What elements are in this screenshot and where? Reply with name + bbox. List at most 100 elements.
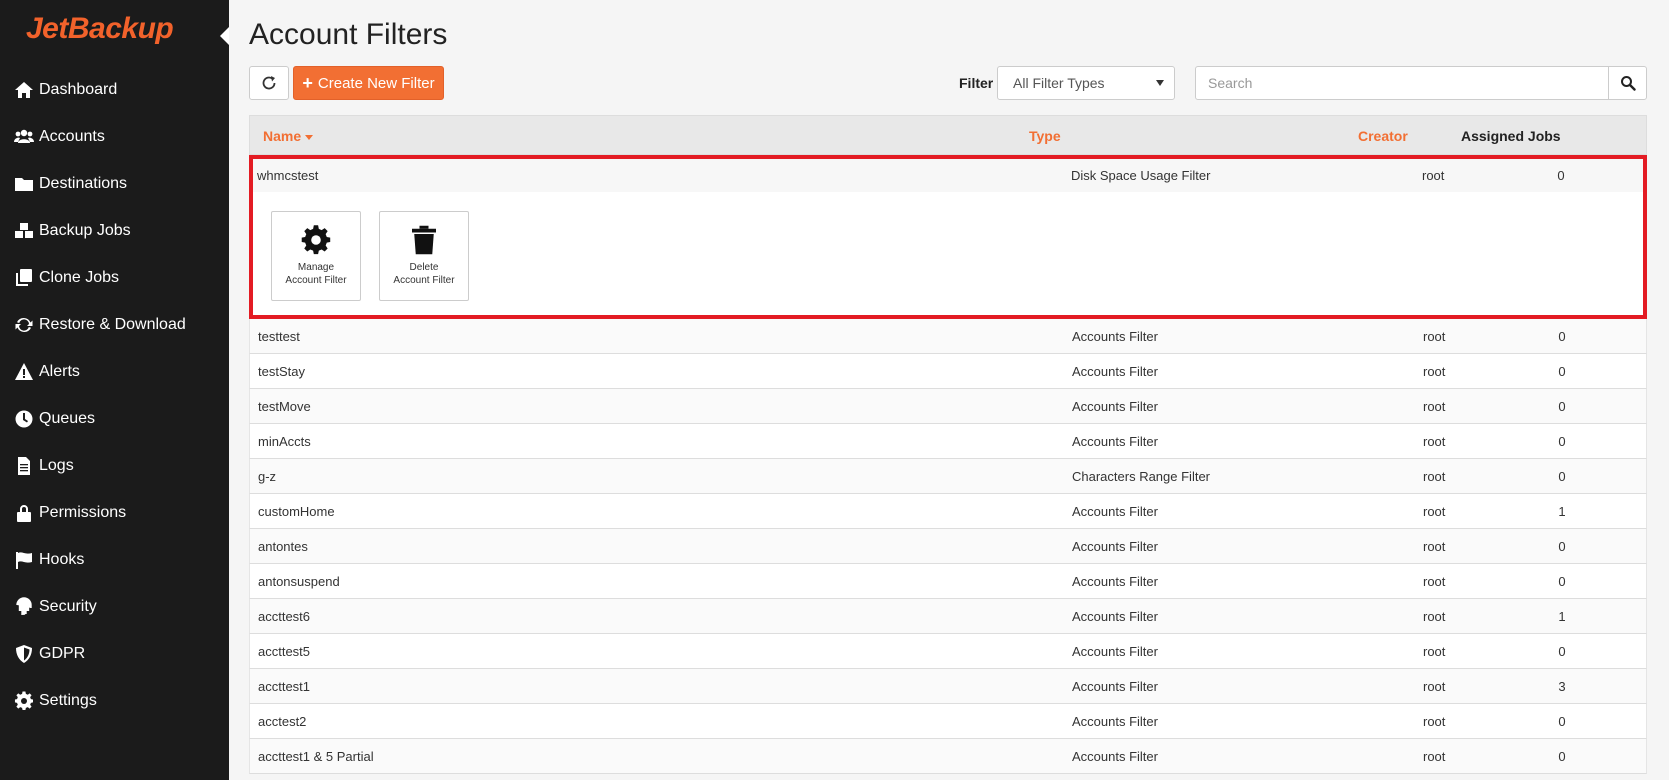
cell-creator: root — [1423, 504, 1446, 519]
cell-creator: root — [1423, 364, 1446, 379]
cubes-icon — [13, 221, 35, 241]
sidebar-item-accounts[interactable]: Accounts — [0, 113, 229, 160]
cell-type: Accounts Filter — [1072, 329, 1158, 344]
table-row[interactable]: accttest1 Accounts Filter root 3 — [249, 669, 1647, 704]
sidebar-item-gdpr[interactable]: GDPR — [0, 630, 229, 677]
table-header: Name Type Creator Assigned Jobs — [249, 115, 1647, 155]
sidebar: JetBackup Dashboard Accounts Destination… — [0, 0, 229, 780]
table-row[interactable]: minAccts Accounts Filter root 0 — [249, 424, 1647, 459]
search-placeholder: Search — [1208, 75, 1253, 91]
sidebar-item-label: Hooks — [39, 550, 85, 568]
cell-type: Accounts Filter — [1072, 749, 1158, 764]
column-header-assigned-jobs: Assigned Jobs — [1461, 128, 1561, 144]
table-row[interactable]: testStay Accounts Filter root 0 — [249, 354, 1647, 389]
cell-name: testMove — [258, 399, 311, 414]
sidebar-item-label: Destinations — [39, 174, 128, 192]
refresh-button[interactable] — [249, 66, 289, 100]
cell-name: antontes — [258, 539, 308, 554]
sidebar-item-destinations[interactable]: Destinations — [0, 160, 229, 207]
sidebar-item-label: Backup Jobs — [39, 221, 131, 239]
manage-account-filter-button[interactable]: Manage Account Filter — [271, 211, 361, 301]
sidebar-item-label: Settings — [39, 691, 97, 709]
sidebar-item-settings[interactable]: Settings — [0, 677, 229, 724]
table-row[interactable]: accttest1 & 5 Partial Accounts Filter root… — [249, 739, 1647, 774]
delete-label-line1: Delete — [409, 262, 439, 273]
create-new-filter-label: Create New Filter — [317, 74, 435, 92]
filter-label: Filter — [959, 75, 994, 91]
sidebar-item-logs[interactable]: Logs — [0, 442, 229, 489]
sidebar-item-dashboard[interactable]: Dashboard — [0, 66, 229, 113]
sidebar-item-queues[interactable]: Queues — [0, 395, 229, 442]
table-row[interactable]: testtest Accounts Filter root 0 — [249, 319, 1647, 354]
cell-assigned-jobs: 0 — [1558, 714, 1566, 729]
table-row[interactable]: customHome Accounts Filter root 1 — [249, 494, 1647, 529]
sidebar-item-alerts[interactable]: Alerts — [0, 348, 229, 395]
cell-assigned-jobs: 3 — [1558, 679, 1566, 694]
delete-account-filter-button[interactable]: Delete Account Filter — [379, 211, 469, 301]
selected-row-expanded[interactable]: whmcstest Disk Space Usage Filter root 0… — [249, 155, 1647, 319]
sidebar-item-restore-download[interactable]: Restore & Download — [0, 301, 229, 348]
sidebar-item-clone-jobs[interactable]: Clone Jobs — [0, 254, 229, 301]
table-row[interactable]: antontes Accounts Filter root 0 — [249, 529, 1647, 564]
column-header-type[interactable]: Type — [1029, 128, 1061, 144]
table-row[interactable]: accttest5 Accounts Filter root 0 — [249, 634, 1647, 669]
column-header-creator[interactable]: Creator — [1358, 128, 1408, 144]
filter-type-select[interactable]: All Filter Types — [997, 66, 1175, 100]
cell-creator: root — [1423, 714, 1446, 729]
sidebar-item-hooks[interactable]: Hooks — [0, 536, 229, 583]
cell-creator: root — [1423, 539, 1446, 554]
warning-icon — [13, 362, 35, 382]
manage-label-line1: Manage — [297, 262, 335, 273]
cell-creator: root — [1423, 399, 1446, 414]
create-new-filter-button[interactable]: + Create New Filter — [293, 66, 444, 100]
sidebar-nav: Dashboard Accounts Destinations Backup J… — [0, 66, 229, 724]
table-row[interactable]: accttest6 Accounts Filter root 1 — [249, 599, 1647, 634]
cell-name: testtest — [258, 329, 300, 344]
cell-type: Characters Range Filter — [1072, 469, 1210, 484]
column-header-name[interactable]: Name — [263, 128, 314, 144]
table-row[interactable]: antonsuspend Accounts Filter root 0 — [249, 564, 1647, 599]
cell-type: Accounts Filter — [1072, 364, 1158, 379]
manage-label-line2: Account Filter — [285, 275, 347, 286]
table-row[interactable]: whmcstest Disk Space Usage Filter root 0 — [253, 159, 1643, 192]
cell-name: accttest5 — [258, 644, 311, 659]
sidebar-item-label: Dashboard — [39, 80, 118, 98]
clock-icon — [13, 409, 35, 429]
search-input[interactable]: Search — [1195, 66, 1609, 100]
cell-assigned-jobs: 0 — [1558, 469, 1566, 484]
sidebar-item-permissions[interactable]: Permissions — [0, 489, 229, 536]
table-row[interactable]: g-z Characters Range Filter root 0 — [249, 459, 1647, 494]
cell-type: Accounts Filter — [1072, 504, 1158, 519]
refresh-icon — [13, 315, 35, 335]
sidebar-item-label: Security — [39, 597, 97, 615]
search-icon — [1620, 76, 1636, 91]
cell-name: testStay — [258, 364, 305, 379]
sidebar-item-label: Restore & Download — [39, 315, 186, 333]
cell-creator: root — [1423, 329, 1446, 344]
filter-type-value: All Filter Types — [1013, 75, 1105, 91]
cell-creator: root — [1423, 609, 1446, 624]
flag-icon — [13, 550, 35, 570]
table-row[interactable]: testMove Accounts Filter root 0 — [249, 389, 1647, 424]
cell-name: g-z — [258, 469, 277, 484]
cell-name: accttest1 & 5 Partial — [258, 749, 374, 764]
jetbackup-logo[interactable]: JetBackup — [26, 12, 174, 46]
cell-creator: root — [1423, 749, 1446, 764]
search-button[interactable] — [1608, 66, 1647, 100]
cell-type: Accounts Filter — [1072, 434, 1158, 449]
cell-assigned-jobs: 0 — [1558, 329, 1566, 344]
cell-type: Accounts Filter — [1072, 609, 1158, 624]
delete-label-line2: Account Filter — [393, 275, 455, 286]
cell-creator: root — [1423, 469, 1446, 484]
folder-icon — [13, 174, 35, 194]
file-icon — [13, 456, 35, 476]
cell-name: accttest1 — [258, 679, 311, 694]
sidebar-item-backup-jobs[interactable]: Backup Jobs — [0, 207, 229, 254]
table-row[interactable]: acctest2 Accounts Filter root 0 — [249, 704, 1647, 739]
sidebar-item-label: Clone Jobs — [39, 268, 120, 286]
trash-icon — [412, 225, 436, 255]
cell-assigned-jobs: 0 — [1558, 644, 1566, 659]
sidebar-item-security[interactable]: Security — [0, 583, 229, 630]
sidebar-item-label: Accounts — [39, 127, 105, 145]
cell-creator: root — [1423, 679, 1446, 694]
